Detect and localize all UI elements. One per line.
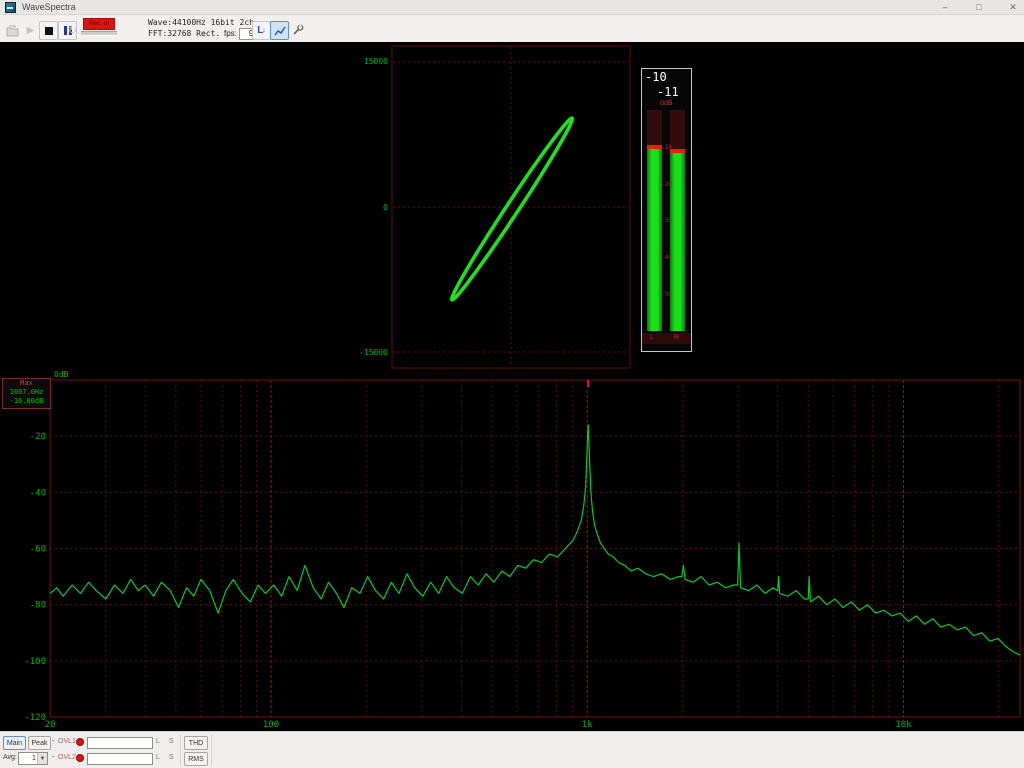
stop-button[interactable] bbox=[39, 21, 58, 40]
ovl1-label: OVL1 bbox=[58, 738, 76, 745]
info-field-2[interactable] bbox=[87, 753, 153, 765]
wave-info: Wave:44100Hz 16bit 2ch bbox=[148, 17, 252, 28]
meter-tick-label: -10 bbox=[642, 144, 691, 151]
scope-label-zero: 0 bbox=[358, 203, 388, 212]
y-tick-label: -20 bbox=[30, 432, 46, 442]
spectrum-display: -20 -40 -60 -80 -100 -12020 100 1k 10k bbox=[0, 374, 1024, 730]
peak-value-left: -10 bbox=[645, 70, 667, 84]
s-button-2[interactable]: S bbox=[169, 754, 174, 761]
channel-label-right: R bbox=[674, 334, 679, 341]
peak-button[interactable]: Peak bbox=[28, 736, 51, 750]
meter-bar-left bbox=[647, 149, 662, 331]
loop-button[interactable]: ↻ bbox=[63, 21, 82, 40]
rms-button[interactable]: RMS bbox=[184, 752, 208, 766]
maximize-button[interactable]: □ bbox=[964, 0, 994, 14]
channel-label-left: L bbox=[650, 334, 654, 341]
log-scale-button[interactable]: L ↓ bbox=[252, 21, 271, 40]
avg-label: Avg: bbox=[3, 754, 17, 761]
window-title: WaveSpectra bbox=[22, 2, 76, 12]
avg-select[interactable]: 1 ▼ bbox=[18, 752, 48, 765]
max-level: -16.00dB bbox=[3, 397, 50, 406]
title-bar: WaveSpectra – □ ✕ bbox=[0, 0, 1024, 15]
x-tick-label: 1k bbox=[582, 720, 593, 730]
y-tick-label: -120 bbox=[24, 713, 46, 723]
app-icon bbox=[5, 2, 16, 13]
x-tick-label: 100 bbox=[263, 720, 279, 730]
meter-tick-label: -20 bbox=[642, 181, 691, 188]
dash-separator-2: - bbox=[52, 754, 54, 761]
thd-button[interactable]: THD bbox=[184, 736, 208, 750]
status-bar: Main Peak - OVL1 L S THD Avg: 1 ▼ - OVL2… bbox=[0, 731, 1024, 768]
meter-tick-label: -30 bbox=[642, 217, 691, 224]
spectrum-mode-button[interactable] bbox=[270, 21, 289, 40]
spectrum-top-label: 0dB bbox=[54, 370, 68, 379]
stop-icon bbox=[45, 27, 53, 35]
dash-separator: - bbox=[52, 738, 54, 745]
max-readout-box: Max 1007.0Hz -16.00dB bbox=[2, 378, 51, 409]
wavespectra-window: WaveSpectra – □ ✕ ▶ ↻ Rec. In Wav bbox=[0, 0, 1024, 768]
meter-tick-label: -40 bbox=[642, 254, 691, 261]
scope-panel: 15000 0 -15000 -10 -11 0dB -10-20-30-40-… bbox=[0, 42, 1024, 374]
y-tick-label: -40 bbox=[30, 488, 46, 498]
spectrum-trace bbox=[50, 425, 1020, 655]
position-slider[interactable] bbox=[81, 31, 117, 36]
l-button-2[interactable]: L bbox=[156, 754, 160, 761]
y-tick-label: -100 bbox=[24, 657, 46, 667]
down-arrow-icon: ↓ bbox=[262, 27, 266, 34]
fps-label: fps: bbox=[224, 29, 237, 38]
max-title: Max bbox=[3, 379, 50, 388]
meter-scale-top-label: 0dB bbox=[642, 100, 691, 107]
open-file-button[interactable] bbox=[3, 21, 22, 40]
wrench-icon bbox=[291, 24, 304, 37]
level-meter: -10 -11 0dB -10 -20 -30 -40 -50 L R bbox=[641, 68, 692, 352]
fps-readout: fps: 9 bbox=[224, 28, 255, 40]
play-button[interactable]: ▶ bbox=[21, 21, 40, 40]
record-indicator-badge: Rec. In bbox=[83, 18, 115, 30]
avg-value: 1 bbox=[32, 755, 36, 762]
meter-bar-right bbox=[670, 153, 685, 331]
scope-label-top: 15000 bbox=[358, 57, 388, 66]
peak-value-right: -11 bbox=[657, 85, 679, 99]
ovl2-label: OVL2 bbox=[58, 754, 76, 761]
toolbar: ▶ ↻ Rec. In Wave:44100Hz 16bit 2ch FFT:3… bbox=[0, 15, 1024, 43]
max-frequency: 1007.0Hz bbox=[3, 388, 50, 397]
y-tick-label: -80 bbox=[30, 601, 46, 611]
meter-unlit-left bbox=[647, 110, 662, 145]
x-tick-label: 20 bbox=[45, 720, 56, 730]
chevron-down-icon: ▼ bbox=[37, 753, 47, 764]
meter-tick-label: -50 bbox=[642, 291, 691, 298]
s-button-1[interactable]: S bbox=[169, 738, 174, 745]
meter-channel-strip: L R bbox=[642, 333, 691, 344]
lissajous-ellipse bbox=[452, 118, 573, 300]
ovl1-led bbox=[76, 738, 84, 746]
info-field-1[interactable] bbox=[87, 737, 153, 749]
repeat-icon: ↻ bbox=[68, 24, 77, 37]
scope-label-bottom: -15000 bbox=[358, 348, 388, 357]
main-tab-button[interactable]: Main bbox=[3, 736, 26, 750]
play-icon: ▶ bbox=[27, 25, 35, 36]
x-tick-label: 10k bbox=[895, 720, 912, 730]
y-tick-label: -60 bbox=[30, 544, 46, 554]
waveform-icon bbox=[274, 25, 286, 37]
settings-button[interactable] bbox=[288, 21, 307, 40]
l-button-1[interactable]: L bbox=[156, 738, 160, 745]
open-file-icon bbox=[6, 25, 19, 37]
ovl2-led bbox=[76, 754, 84, 762]
close-button[interactable]: ✕ bbox=[998, 0, 1024, 14]
minimize-button[interactable]: – bbox=[930, 0, 960, 14]
